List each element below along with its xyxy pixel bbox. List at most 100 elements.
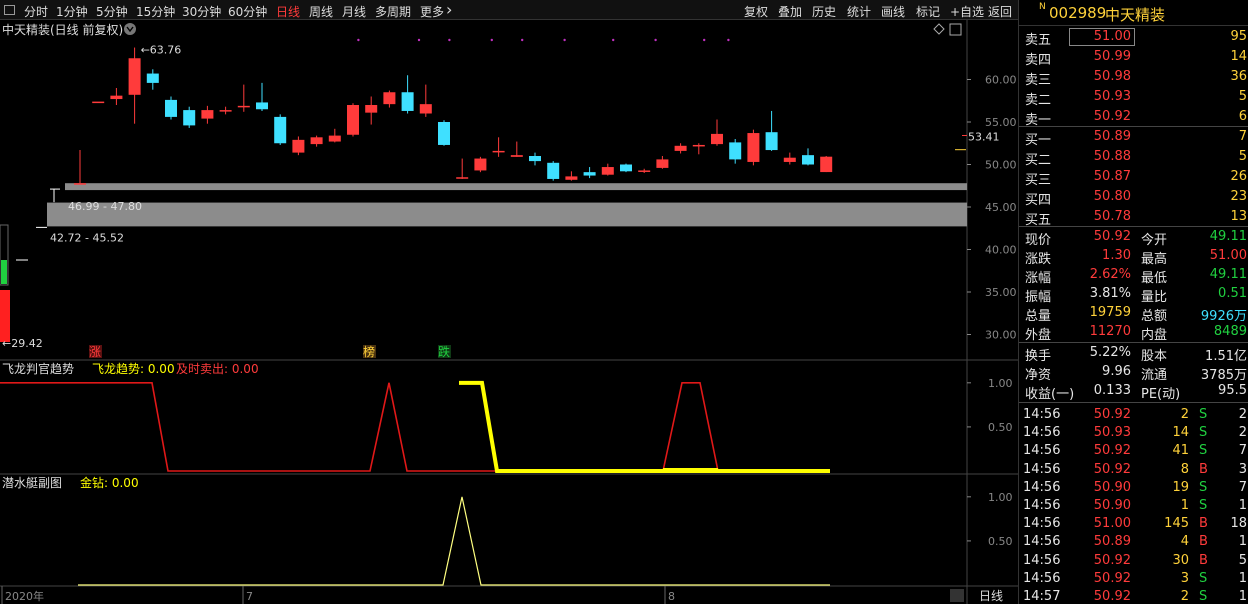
candle-22 (474, 156, 487, 173)
stat-row-0: 现价 50.92 今开 49.11 (1019, 228, 1248, 248)
toolbar-action-5[interactable]: 标记 (916, 3, 940, 20)
toolbar-tab-3[interactable]: 15分钟 (136, 3, 175, 20)
signal-dot-7 (654, 38, 657, 42)
current-price-tag: 53.41 (968, 131, 1000, 144)
y-tick-label-3: 45.00 (985, 201, 1017, 214)
candle-body-7 (201, 110, 214, 119)
fund-row-2: 收益(一) 0.133 PE(动) 95.5 (1019, 382, 1248, 402)
buy-label: 买三 (1025, 173, 1052, 188)
candle-body-22 (474, 158, 487, 171)
toolbar-tab-2[interactable]: 5分钟 (96, 3, 128, 20)
tick-time: 14:56 (1023, 407, 1061, 422)
high-price-label: ←63.76 (141, 44, 182, 57)
tick-row: 14:57 50.92 2 S 1 (1019, 588, 1248, 604)
buy-price: 50.78 (1093, 209, 1131, 224)
sell-price: 50.93 (1093, 89, 1131, 104)
candle-5 (165, 96, 177, 120)
tick-row: 14:56 50.89 4 B 1 (1019, 533, 1248, 552)
tick-side: S (1199, 443, 1208, 459)
candle-40 (802, 148, 814, 166)
event-marker-0: 涨 (89, 344, 101, 359)
scroll-left-icon (950, 589, 964, 602)
sell-row-4: 卖一 50.92 6 (1019, 108, 1248, 128)
toolbar-action-1[interactable]: 叠加 (778, 3, 802, 20)
signal-dot-1 (417, 38, 421, 42)
toolbar-tab-6[interactable]: 日线 (276, 3, 300, 20)
toolbar-action-0[interactable]: 复权 (744, 3, 768, 20)
indicator2-name: 潜水艇副图 (2, 476, 62, 490)
candle-35 (711, 119, 723, 146)
tick-time: 14:56 (1023, 570, 1061, 586)
tick-volume: 145 (1164, 516, 1189, 532)
candle-32 (656, 156, 669, 169)
tick-price: 50.92 (1093, 552, 1131, 568)
kline-chart[interactable]: 60.00 55.00 50.00 45.00 40.00 35.00 30.00 46.99… (0, 20, 1018, 604)
toolbar-action-6[interactable]: +自选 (950, 3, 984, 20)
stat-label: 涨幅 (1025, 271, 1052, 286)
tick-row: 14:56 50.92 2 S 2 (1019, 406, 1248, 425)
signal-dot-8 (703, 38, 706, 42)
toolbar-tab-1[interactable]: 1分钟 (56, 3, 88, 20)
fund-label-2: 流通 (1141, 368, 1168, 383)
toolbar-action-3[interactable]: 统计 (847, 3, 871, 20)
tick-count: 1 (1238, 589, 1247, 604)
stat-label: 总量 (1025, 309, 1052, 324)
candle-body-33 (674, 145, 687, 151)
candle-body-14 (328, 135, 341, 142)
event-marker-2: 跌 (438, 344, 450, 359)
sell-label: 卖三 (1025, 73, 1052, 88)
tick-time: 14:56 (1023, 443, 1061, 459)
diamond-icon (933, 23, 945, 35)
sell-price: 51.00 (1093, 29, 1131, 44)
toolbar-tab-5[interactable]: 60分钟 (228, 3, 267, 20)
stat-label: 外盘 (1025, 328, 1052, 343)
sell-volume: 5 (1238, 89, 1247, 104)
toolbar-action-4[interactable]: 画线 (881, 3, 905, 20)
stat-row-1: 涨跌 1.30 最高 51.00 (1019, 247, 1248, 267)
left-vol-bar-green (1, 260, 7, 284)
toolbar-action-7[interactable]: 返回 (988, 3, 1012, 20)
candle-31 (638, 168, 651, 173)
toolbar-tab-9[interactable]: 多周期 (375, 3, 411, 20)
toolbar-tab-4[interactable]: 30分钟 (182, 3, 221, 20)
tick-side: S (1199, 407, 1208, 422)
stock-header: N 002989 中天精装 (1019, 0, 1248, 26)
tick-count: 2 (1238, 407, 1247, 422)
toolbar-tab-0[interactable]: 分时 (24, 3, 48, 20)
candle-8 (219, 106, 232, 115)
candle-37 (747, 129, 760, 166)
candle-body-41 (820, 156, 833, 173)
toolbar-action-2[interactable]: 历史 (812, 3, 836, 20)
tick-volume: 1 (1180, 498, 1189, 513)
candle-body-19 (419, 104, 432, 114)
indicator2-line (78, 496, 830, 586)
fund-value-2: 95.5 (1218, 383, 1247, 398)
candle-19 (419, 84, 432, 117)
candle-body-18 (401, 92, 414, 111)
candle-28 (583, 167, 596, 179)
stat-value: 2.62% (1089, 267, 1131, 282)
fund-label-2: PE(动) (1141, 387, 1181, 402)
y-tick-label-1: 55.00 (985, 116, 1017, 129)
candle-26 (547, 161, 560, 181)
stat-row-5: 外盘 11270 内盘 8489 (1019, 323, 1248, 343)
tick-row: 14:56 50.92 3 S 1 (1019, 570, 1248, 589)
chevron-right-icon[interactable]: › (446, 0, 452, 19)
toolbar-grid-icon[interactable] (4, 5, 15, 15)
toolbar-tab-10[interactable]: 更多 (420, 3, 444, 20)
candle-17 (383, 90, 396, 108)
candle-body-20 (438, 122, 450, 145)
ind2-y-label-1: 0.50 (988, 535, 1013, 548)
sell-row-1: 卖四 50.99 14 (1019, 48, 1248, 68)
tick-row: 14:56 50.90 1 S 1 (1019, 497, 1248, 516)
period-button: 日线 (979, 589, 1003, 603)
sell-price: 50.99 (1093, 49, 1131, 64)
chart-area[interactable]: 60.00 55.00 50.00 45.00 40.00 35.00 30.00 46.99… (0, 20, 1018, 604)
toolbar-tab-7[interactable]: 周线 (309, 3, 333, 20)
stat-value: 1.30 (1102, 248, 1131, 263)
stat-label-2: 最高 (1141, 252, 1168, 267)
stat-label-2: 最低 (1141, 271, 1168, 286)
stat-label-2: 总额 (1141, 309, 1168, 324)
candle-body-27 (565, 176, 578, 180)
toolbar-tab-8[interactable]: 月线 (342, 3, 366, 20)
